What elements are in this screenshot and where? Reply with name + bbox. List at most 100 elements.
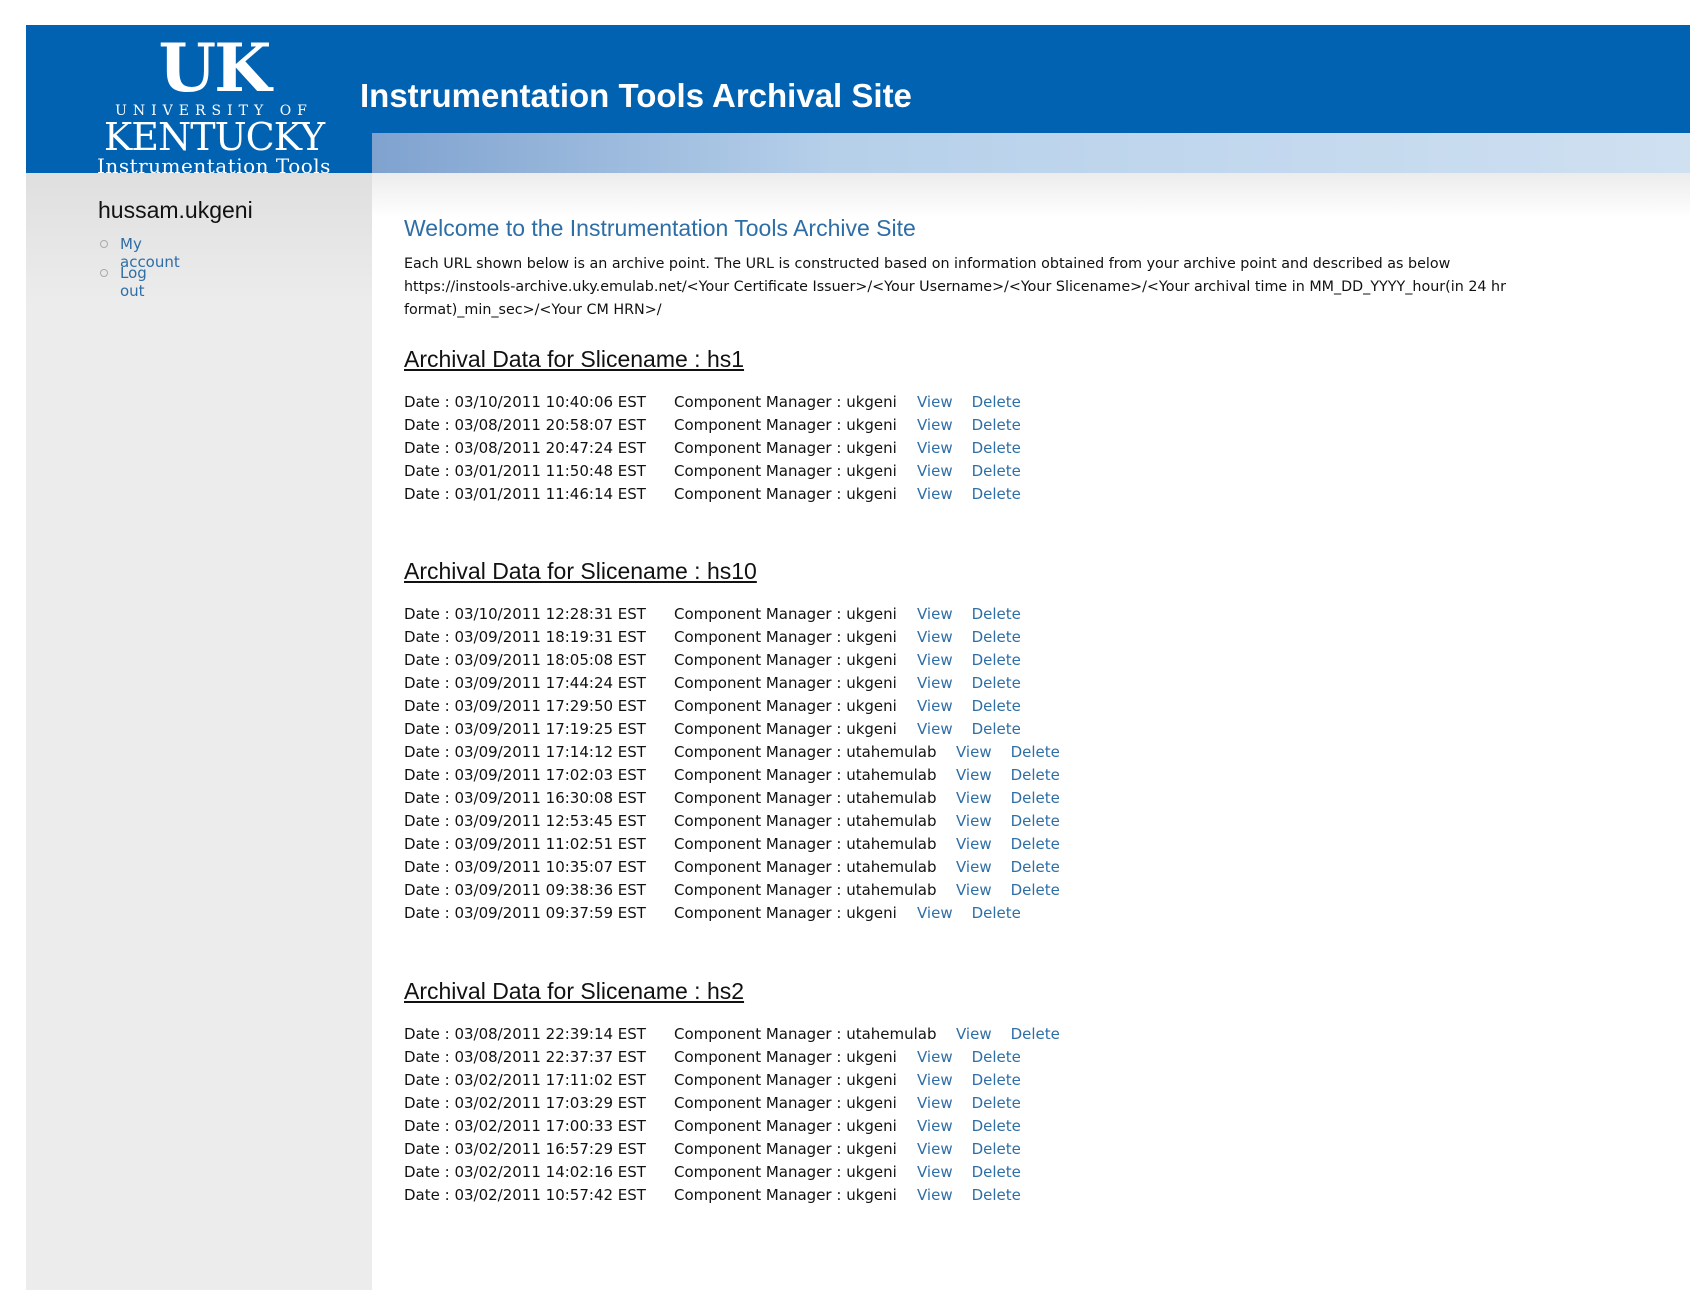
row-actions: View Delete	[917, 697, 1021, 715]
view-link[interactable]: View	[917, 1071, 953, 1089]
delete-link[interactable]: Delete	[972, 720, 1021, 738]
delete-link[interactable]: Delete	[1011, 812, 1060, 830]
row-actions: View Delete	[956, 766, 1060, 784]
archive-date: Date : 03/09/2011 18:19:31 EST	[404, 628, 646, 646]
component-manager: Component Manager : ukgeni	[674, 1117, 897, 1135]
view-link[interactable]: View	[917, 485, 953, 503]
archive-date: Date : 03/02/2011 16:57:29 EST	[404, 1140, 646, 1158]
row-actions: View Delete	[917, 904, 1021, 922]
component-manager: Component Manager : utahemulab	[674, 812, 937, 830]
component-manager: Component Manager : ukgeni	[674, 416, 897, 434]
section-heading: Archival Data for Slicename : hs10	[404, 558, 757, 584]
view-link[interactable]: View	[917, 393, 953, 411]
view-link[interactable]: View	[956, 743, 992, 761]
delete-link[interactable]: Delete	[972, 416, 1021, 434]
delete-link[interactable]: Delete	[972, 439, 1021, 457]
archive-date: Date : 03/02/2011 17:00:33 EST	[404, 1117, 646, 1135]
component-manager: Component Manager : ukgeni	[674, 1163, 897, 1181]
archive-date: Date : 03/10/2011 12:28:31 EST	[404, 605, 646, 623]
delete-link[interactable]: Delete	[1011, 858, 1060, 876]
archive-date: Date : 03/09/2011 16:30:08 EST	[404, 789, 646, 807]
view-link[interactable]: View	[917, 605, 953, 623]
delete-link[interactable]: Delete	[1011, 881, 1060, 899]
view-link[interactable]: View	[917, 1186, 953, 1204]
delete-link[interactable]: Delete	[972, 1186, 1021, 1204]
view-link[interactable]: View	[956, 766, 992, 784]
row-actions: View Delete	[917, 416, 1021, 434]
view-link[interactable]: View	[956, 789, 992, 807]
view-link[interactable]: View	[956, 812, 992, 830]
view-link[interactable]: View	[956, 881, 992, 899]
archive-date: Date : 03/01/2011 11:46:14 EST	[404, 485, 646, 503]
view-link[interactable]: View	[917, 439, 953, 457]
view-link[interactable]: View	[917, 628, 953, 646]
archive-date: Date : 03/09/2011 10:35:07 EST	[404, 858, 646, 876]
archive-date: Date : 03/10/2011 10:40:06 EST	[404, 393, 646, 411]
row-actions: View Delete	[917, 628, 1021, 646]
archive-date: Date : 03/09/2011 17:29:50 EST	[404, 697, 646, 715]
delete-link[interactable]: Delete	[972, 393, 1021, 411]
main-content: Welcome to the Instrumentation Tools Arc…	[372, 173, 1690, 1290]
delete-link[interactable]: Delete	[972, 1071, 1021, 1089]
view-link[interactable]: View	[917, 1117, 953, 1135]
delete-link[interactable]: Delete	[972, 1094, 1021, 1112]
component-manager: Component Manager : ukgeni	[674, 1140, 897, 1158]
component-manager: Component Manager : ukgeni	[674, 720, 897, 738]
delete-link[interactable]: Delete	[972, 1140, 1021, 1158]
delete-link[interactable]: Delete	[972, 605, 1021, 623]
archive-date: Date : 03/09/2011 17:19:25 EST	[404, 720, 646, 738]
delete-link[interactable]: Delete	[972, 697, 1021, 715]
bullet-icon	[100, 269, 108, 277]
sidebar-username: hussam.ukgeni	[98, 197, 253, 223]
archive-date: Date : 03/02/2011 17:11:02 EST	[404, 1071, 646, 1089]
view-link[interactable]: View	[917, 674, 953, 692]
delete-link[interactable]: Delete	[972, 674, 1021, 692]
delete-link[interactable]: Delete	[972, 1163, 1021, 1181]
view-link[interactable]: View	[917, 1140, 953, 1158]
logo-state: KENTUCKY	[103, 115, 325, 159]
row-actions: View Delete	[917, 1186, 1021, 1204]
component-manager: Component Manager : ukgeni	[674, 904, 897, 922]
view-link[interactable]: View	[917, 462, 953, 480]
delete-link[interactable]: Delete	[972, 485, 1021, 503]
uk-logo[interactable]: UK UNIVERSITY OF KENTUCKY Instrumentatio…	[94, 35, 334, 177]
delete-link[interactable]: Delete	[972, 462, 1021, 480]
view-link[interactable]: View	[917, 1048, 953, 1066]
component-manager: Component Manager : ukgeni	[674, 1094, 897, 1112]
archive-date: Date : 03/09/2011 12:53:45 EST	[404, 812, 646, 830]
component-manager: Component Manager : ukgeni	[674, 393, 897, 411]
row-actions: View Delete	[917, 1117, 1021, 1135]
view-link[interactable]: View	[917, 904, 953, 922]
archive-date: Date : 03/01/2011 11:50:48 EST	[404, 462, 646, 480]
delete-link[interactable]: Delete	[1011, 766, 1060, 784]
delete-link[interactable]: Delete	[972, 904, 1021, 922]
delete-link[interactable]: Delete	[1011, 789, 1060, 807]
delete-link[interactable]: Delete	[1011, 743, 1060, 761]
row-actions: View Delete	[917, 1163, 1021, 1181]
delete-link[interactable]: Delete	[972, 628, 1021, 646]
component-manager: Component Manager : ukgeni	[674, 697, 897, 715]
view-link[interactable]: View	[956, 835, 992, 853]
delete-link[interactable]: Delete	[972, 651, 1021, 669]
view-link[interactable]: View	[917, 697, 953, 715]
view-link[interactable]: View	[956, 858, 992, 876]
row-actions: View Delete	[956, 835, 1060, 853]
view-link[interactable]: View	[917, 1094, 953, 1112]
view-link[interactable]: View	[917, 651, 953, 669]
row-actions: View Delete	[917, 485, 1021, 503]
delete-link[interactable]: Delete	[1011, 1025, 1060, 1043]
delete-link[interactable]: Delete	[1011, 835, 1060, 853]
view-link[interactable]: View	[917, 720, 953, 738]
archive-date: Date : 03/08/2011 20:58:07 EST	[404, 416, 646, 434]
component-manager: Component Manager : ukgeni	[674, 605, 897, 623]
archive-section: Archival Data for Slicename : hs2 Date : …	[404, 977, 1604, 1204]
view-link[interactable]: View	[917, 1163, 953, 1181]
row-actions: View Delete	[917, 462, 1021, 480]
section-heading: Archival Data for Slicename : hs1	[404, 346, 745, 372]
view-link[interactable]: View	[956, 1025, 992, 1043]
component-manager: Component Manager : utahemulab	[674, 858, 937, 876]
view-link[interactable]: View	[917, 416, 953, 434]
delete-link[interactable]: Delete	[972, 1048, 1021, 1066]
menu-item-label[interactable]: Log out	[120, 264, 147, 300]
delete-link[interactable]: Delete	[972, 1117, 1021, 1135]
